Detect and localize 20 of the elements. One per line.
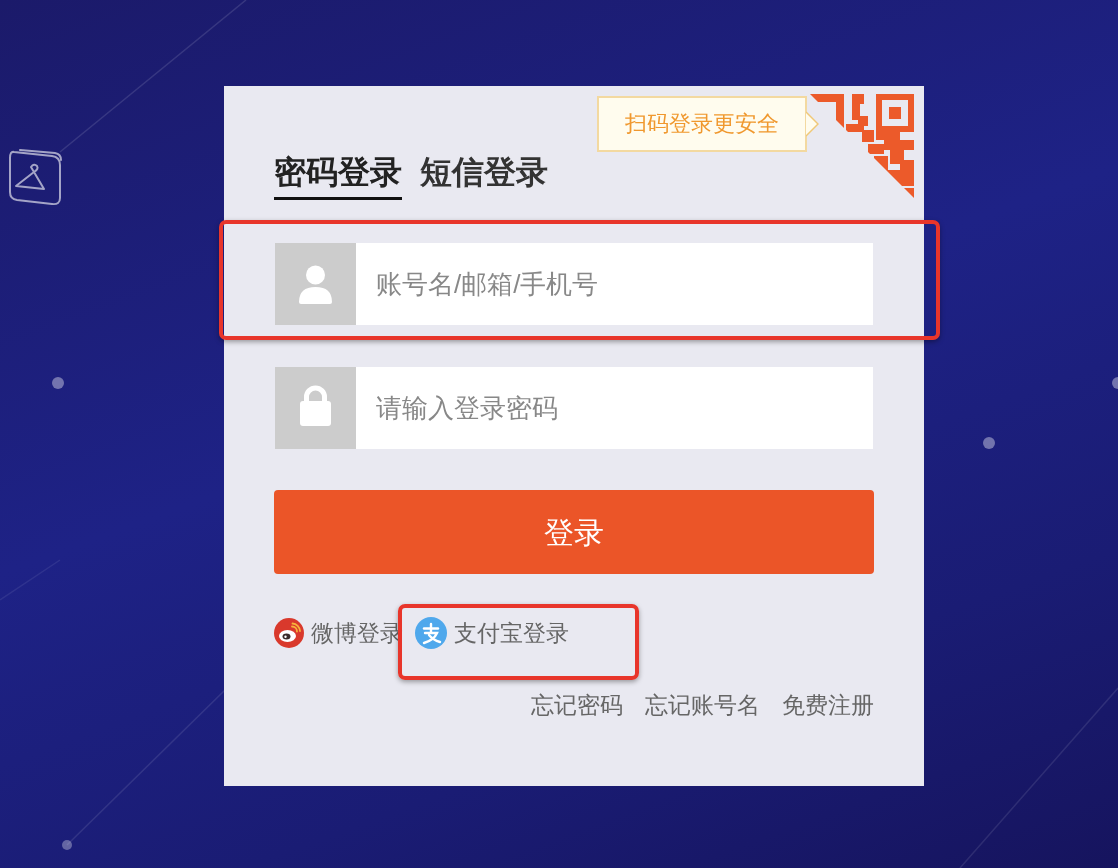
weibo-icon [274,618,304,648]
alipay-icon [415,617,447,649]
account-link[interactable]: 免费注册 [782,692,874,718]
qr-tooltip: 扫码登录更安全 [597,96,807,152]
user-icon [275,243,356,325]
background-dot [983,437,995,449]
tooltip-arrow-icon [806,111,819,137]
password-field[interactable]: 请输入登录密码 [356,367,873,449]
login-tab[interactable]: 密码登录 [274,152,402,200]
login-tab[interactable]: 短信登录 [420,152,548,200]
qr-code-icon[interactable] [810,94,914,198]
account-link[interactable]: 忘记账号名 [645,692,760,718]
account-link[interactable]: 忘记密码 [531,692,623,718]
hanger-icon [9,149,62,206]
alipay-login-link[interactable]: 支付宝登录 [415,618,569,648]
background-dot [52,377,64,389]
lock-icon [275,367,356,449]
username-field[interactable]: 账号名/邮箱/手机号 [356,243,873,325]
background-dot [62,840,72,850]
login-button[interactable]: 登录 [274,490,874,574]
